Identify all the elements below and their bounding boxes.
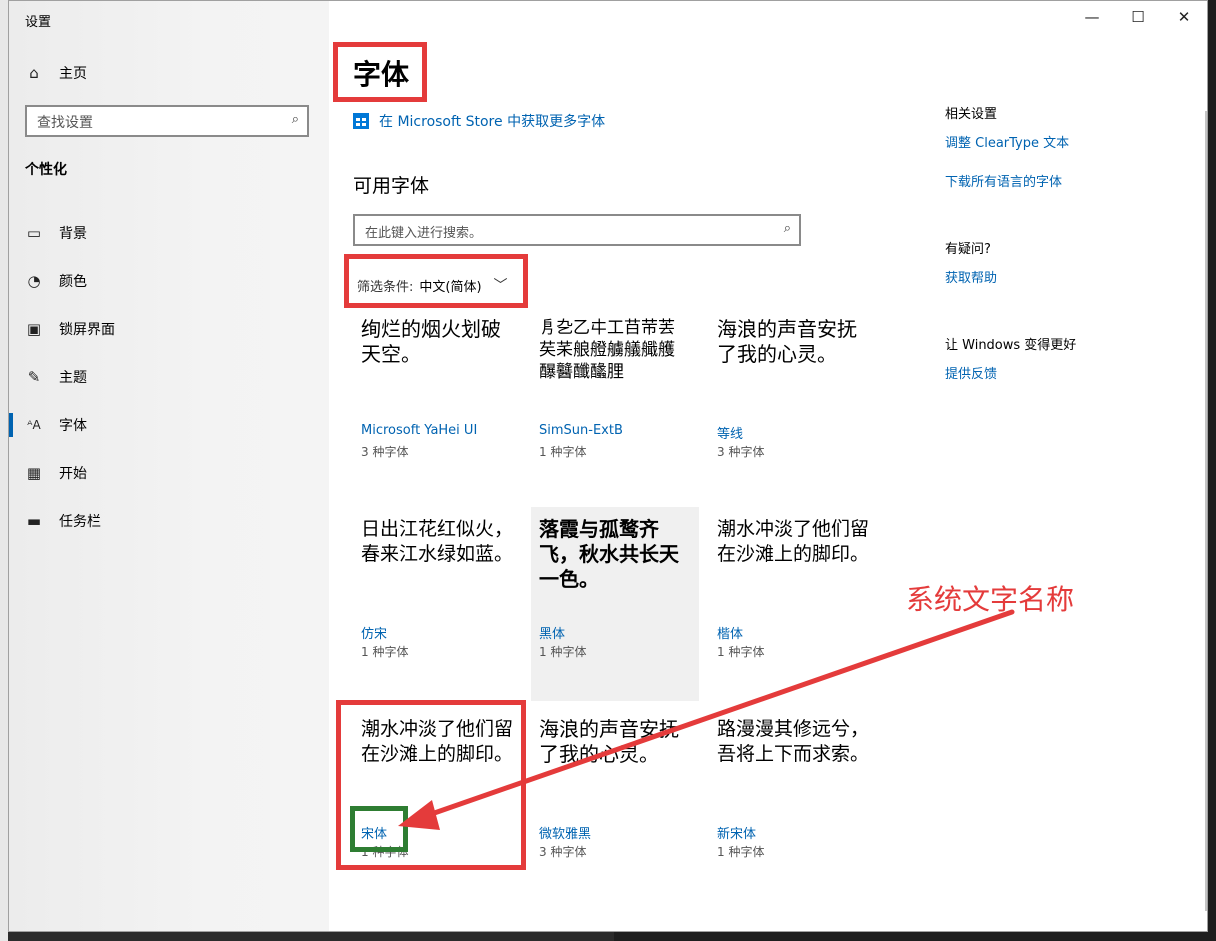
font-name: 新宋体 — [717, 827, 757, 842]
sidebar-item-background[interactable]: ▭ 背景 — [9, 209, 329, 257]
search-icon[interactable]: ⌕ — [784, 221, 791, 236]
improve-windows-heading: 让 Windows 变得更好 — [945, 338, 1077, 353]
chevron-down-icon: ﹀ — [493, 278, 508, 294]
cleartype-link[interactable]: 调整 ClearType 文本 — [945, 132, 1165, 151]
store-link[interactable]: 在 Microsoft Store 中获取更多字体 — [353, 111, 605, 131]
store-bag-icon — [353, 113, 369, 129]
available-fonts-heading: 可用字体 — [353, 175, 430, 197]
home-nav[interactable]: ⌂ 主页 — [25, 63, 87, 83]
sidebar-item-label: 颜色 — [59, 274, 87, 290]
sidebar-item-themes[interactable]: ✎ 主题 — [9, 353, 329, 401]
font-sample: 日出江花红似火，春来江水绿如蓝。 — [361, 518, 513, 565]
sidebar-item-fonts[interactable]: ᴬA 字体 — [9, 401, 329, 449]
related-settings: 相关设置 调整 ClearType 文本 下载所有语言的字体 有疑问? 获取帮助… — [945, 103, 1165, 382]
font-card-simsun-extb[interactable]: 㐆㐇乙㐄工䒤䒥䒧䒨䒩艆艠艣艤艥艧䤖䤗䤘䤙䤚 SimSun-ExtB 1 种字体 — [531, 307, 699, 501]
sidebar-item-label: 任务栏 — [59, 514, 101, 530]
start-icon: ▦ — [26, 464, 42, 482]
annotation-label: 系统文字名称 — [906, 583, 1075, 616]
settings-window: 设置 ⌂ 主页 查找设置 ⌕ 个性化 ▭ 背景 ◔ 颜色 ▣ 锁屏界面 ✎ 主题… — [8, 0, 1208, 932]
font-name: 等线 — [717, 427, 744, 442]
font-sample: 海浪的声音安抚了我的心灵。 — [717, 317, 857, 366]
font-card-heiti[interactable]: 落霞与孤鹜齐飞，秋水共长天一色。 黑体 1 种字体 — [531, 507, 699, 701]
font-name: SimSun-ExtB — [539, 423, 623, 438]
palette-icon: ◔ — [27, 272, 41, 290]
window-title: 设置 — [25, 15, 52, 30]
font-name: 仿宋 — [361, 627, 388, 642]
filter-dropdown[interactable]: 筛选条件: 中文(简体) ﹀ — [357, 275, 508, 295]
sidebar-item-label: 字体 — [59, 418, 87, 434]
sidebar-item-colors[interactable]: ◔ 颜色 — [9, 257, 329, 305]
sidebar-item-label: 开始 — [59, 466, 87, 482]
filter-label: 筛选条件: — [357, 279, 414, 295]
scrollbar[interactable] — [1205, 111, 1207, 911]
sidebar-item-start[interactable]: ▦ 开始 — [9, 449, 329, 497]
sidebar-item-label: 主题 — [59, 370, 87, 386]
font-name: Microsoft YaHei UI — [361, 423, 478, 438]
search-icon[interactable]: ⌕ — [292, 112, 299, 127]
font-search-input[interactable]: 在此键入进行搜索。 ⌕ — [353, 214, 801, 246]
font-card-microsoft-yahei[interactable]: 海浪的声音安抚了我的心灵。 微软雅黑 3 种字体 — [531, 707, 699, 901]
font-card-microsoft-yahei-ui[interactable]: 绚烂的烟火划破天空。 Microsoft YaHei UI 3 种字体 — [353, 307, 521, 501]
font-count: 3 种字体 — [717, 445, 765, 459]
sidebar-item-label: 锁屏界面 — [59, 322, 115, 338]
font-sample: 路漫漫其修远兮，吾将上下而求索。 — [717, 718, 869, 765]
sidebar-item-label: 背景 — [59, 226, 87, 242]
feedback-link[interactable]: 提供反馈 — [945, 363, 1165, 382]
font-count: 1 种字体 — [539, 645, 587, 659]
picture-icon: ▭ — [26, 224, 42, 242]
background-left — [0, 0, 8, 941]
filter-value: 中文(简体) — [419, 279, 482, 295]
font-sample: 绚烂的烟火划破天空。 — [361, 317, 501, 366]
font-count: 3 种字体 — [361, 445, 409, 459]
get-help-link[interactable]: 获取帮助 — [945, 267, 1165, 286]
background-right-strip — [1208, 0, 1216, 941]
sidebar-item-taskbar[interactable]: ▬ 任务栏 — [9, 497, 329, 545]
page-title: 字体 — [353, 58, 410, 91]
font-search-placeholder: 在此键入进行搜索。 — [365, 226, 483, 241]
font-name: 黑体 — [539, 627, 566, 642]
font-sample: 海浪的声音安抚了我的心灵。 — [539, 717, 679, 766]
taskbar-icon: ▬ — [26, 512, 42, 530]
font-count: 1 种字体 — [717, 645, 765, 659]
font-name: 宋体 — [361, 827, 388, 842]
sidebar-nav: ▭ 背景 ◔ 颜色 ▣ 锁屏界面 ✎ 主题 ᴬA 字体 ▦ 开始 ▬ 任务栏 — [9, 209, 329, 545]
font-name: 微软雅黑 — [539, 827, 592, 842]
related-heading: 相关设置 — [945, 107, 998, 122]
download-fonts-link[interactable]: 下载所有语言的字体 — [945, 171, 1165, 190]
font-card-nsimsun[interactable]: 路漫漫其修远兮，吾将上下而求索。 新宋体 1 种字体 — [709, 707, 877, 901]
sidebar: 设置 ⌂ 主页 查找设置 ⌕ 个性化 ▭ 背景 ◔ 颜色 ▣ 锁屏界面 ✎ 主题… — [9, 1, 329, 931]
settings-search-placeholder: 查找设置 — [37, 115, 93, 131]
font-count: 1 种字体 — [361, 645, 409, 659]
home-icon: ⌂ — [29, 64, 39, 82]
font-count: 1 种字体 — [361, 845, 409, 859]
font-sample: 落霞与孤鹜齐飞，秋水共长天一色。 — [539, 517, 679, 591]
font-count: 1 种字体 — [717, 845, 765, 859]
home-label: 主页 — [59, 66, 87, 82]
font-card-kaiti[interactable]: 潮水冲淡了他们留在沙滩上的脚印。 楷体 1 种字体 — [709, 507, 877, 701]
background-bottom-strip — [614, 932, 1216, 941]
font-sample: 潮水冲淡了他们留在沙滩上的脚印。 — [361, 718, 513, 765]
font-card-dengxian[interactable]: 海浪的声音安抚了我的心灵。 等线 3 种字体 — [709, 307, 877, 501]
font-sample: 潮水冲淡了他们留在沙滩上的脚印。 — [717, 518, 869, 565]
store-link-label: 在 Microsoft Store 中获取更多字体 — [379, 114, 606, 130]
font-count: 1 种字体 — [539, 445, 587, 459]
font-card-fangsong[interactable]: 日出江花红似火，春来江水绿如蓝。 仿宋 1 种字体 — [353, 507, 521, 701]
theme-icon: ✎ — [27, 368, 41, 386]
font-sample: 㐆㐇乙㐄工䒤䒥䒧䒨䒩艆艠艣艤艥艧䤖䤗䤘䤙䤚 — [539, 318, 675, 382]
lock-screen-icon: ▣ — [26, 320, 42, 338]
font-count: 3 种字体 — [539, 845, 587, 859]
sidebar-item-lock-screen[interactable]: ▣ 锁屏界面 — [9, 305, 329, 353]
main-content: 字体 在 Microsoft Store 中获取更多字体 可用字体 在此键入进行… — [329, 1, 1207, 931]
question-heading: 有疑问? — [945, 242, 991, 257]
font-name: 楷体 — [717, 627, 744, 642]
font-icon: ᴬA — [27, 418, 41, 432]
section-title: 个性化 — [25, 162, 67, 178]
font-card-songti[interactable]: 潮水冲淡了他们留在沙滩上的脚印。 宋体 1 种字体 — [353, 707, 521, 901]
settings-search-input[interactable]: 查找设置 ⌕ — [25, 105, 309, 137]
